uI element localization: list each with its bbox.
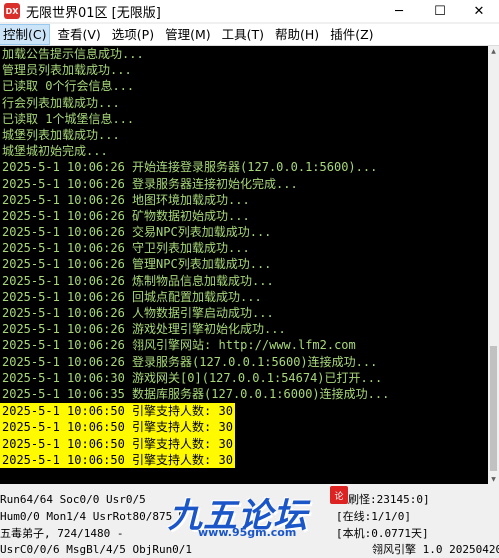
title-bar: DX 无限世界01区 [无限版] ─ ☐ ✕ — [0, 0, 499, 22]
log-line: 管理员列表加载成功... — [2, 63, 132, 78]
log-line: 城堡城初始完成... — [2, 144, 108, 159]
watermark-url: www.95gm.com — [198, 526, 297, 539]
close-button[interactable]: ✕ — [459, 0, 499, 22]
log-line-highlighted: 2025-5-1 10:06:50 引擎支持人数: 30 — [0, 435, 235, 452]
console-log[interactable]: 加载公告提示信息成功... 管理员列表加载成功... 已读取 0个行会信息...… — [0, 46, 488, 484]
log-line: 2025-5-1 10:06:26 地图环境加载成功... — [2, 192, 250, 207]
minimize-button[interactable]: ─ — [379, 0, 419, 22]
status-player-info: 五毒弟子, 724/1480 - — [0, 527, 124, 540]
scroll-up-icon[interactable]: ▲ — [488, 46, 499, 56]
app-icon: DX — [4, 3, 20, 19]
log-line: 已读取 0个行会信息... — [2, 79, 135, 94]
log-line: 2025-5-1 10:06:26 回城点配置加载成功... — [2, 289, 262, 304]
status-usrc-msg: UsrC0/0/6 MsgBl/4/5 ObjRun0/1 — [0, 543, 193, 556]
maximize-button[interactable]: ☐ — [420, 0, 460, 22]
status-engine-version: 翎风引擎 1.0 20250420 — [372, 543, 499, 556]
log-line: 2025-5-1 10:06:26 炼制物品信息加载成功... — [2, 273, 274, 288]
log-line-highlighted: 2025-5-1 10:06:50 引擎支持人数: 30 — [0, 451, 235, 468]
menu-manage[interactable]: 管理(M) — [162, 25, 214, 44]
menu-control[interactable]: 控制(C) — [0, 24, 51, 45]
seal-icon: 论 — [330, 486, 348, 504]
log-line: 2025-5-1 10:06:30 游戏网关[0](127.0.0.1:5467… — [2, 370, 383, 385]
log-line: 2025-5-1 10:06:26 开始连接登录服务器(127.0.0.1:56… — [2, 160, 378, 175]
log-line: 2025-5-1 10:06:26 守卫列表加载成功... — [2, 241, 250, 256]
menu-view[interactable]: 查看(V) — [54, 25, 103, 44]
window-title: 无限世界01区 [无限版] — [26, 5, 161, 21]
log-line: 城堡列表加载成功... — [2, 127, 120, 142]
log-line: 2025-5-1 10:06:26 交易NPC列表加载成功... — [2, 225, 272, 240]
status-monster-refresh: 刷怪:23145:0] — [348, 493, 430, 506]
status-run-soc-usr: Run64/64 Soc0/0 Usr0/5 — [0, 493, 146, 506]
scrollbar-thumb[interactable] — [490, 346, 497, 471]
log-line-highlighted: 2025-5-1 10:06:50 引擎支持人数: 30 — [0, 403, 235, 420]
log-line: 2025-5-1 10:06:26 管理NPC列表加载成功... — [2, 257, 272, 272]
console-scrollbar[interactable]: ▲ ▼ — [488, 46, 499, 484]
log-line: 2025-5-1 10:06:26 人物数据引擎启动成功... — [2, 306, 274, 320]
log-line: 2025-5-1 10:06:26 登录服务器连接初始化完成... — [2, 176, 298, 191]
menu-options[interactable]: 选项(P) — [109, 25, 157, 44]
menu-help[interactable]: 帮助(H) — [272, 25, 322, 44]
log-line: 2025-5-1 10:06:26 游戏处理引擎初始化成功... — [2, 322, 286, 337]
log-line: 2025-5-1 10:06:26 翎风引擎网站: http://www.lfm… — [2, 338, 356, 353]
status-hum-mon: Hum0/0 Mon1/4 UsrRot80/875 M — [0, 510, 186, 523]
log-line-highlighted: 2025-5-1 10:06:50 引擎支持人数: 30 — [0, 419, 235, 436]
menu-tools[interactable]: 工具(T) — [219, 25, 267, 44]
log-line: 行会列表加载成功... — [2, 95, 120, 110]
menu-plugins[interactable]: 插件(Z) — [327, 25, 376, 44]
log-line: 2025-5-1 10:06:26 登录服务器(127.0.0.1:5600)连… — [2, 354, 378, 369]
scroll-down-icon[interactable]: ▼ — [488, 474, 499, 484]
menu-bar: 控制(C) 查看(V) 选项(P) 管理(M) 工具(T) 帮助(H) 插件(Z… — [0, 24, 499, 46]
log-line: 已读取 1个城堡信息... — [2, 111, 135, 126]
log-line: 加载公告提示信息成功... — [2, 47, 144, 61]
log-line: 2025-5-1 10:06:35 数据库服务器(127.0.0.1:6000)… — [2, 386, 390, 401]
log-line: 2025-5-1 10:06:26 矿物数据初始成功... — [2, 208, 250, 223]
